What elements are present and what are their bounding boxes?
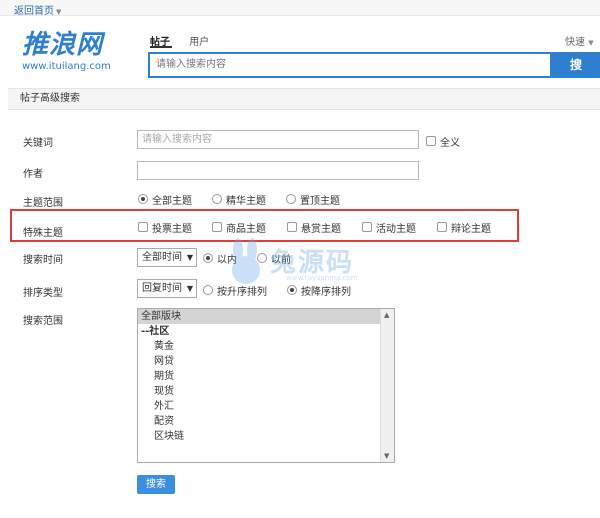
search-time-label: 搜索时间	[23, 255, 63, 266]
topic-scope-label: 主题范围	[23, 198, 63, 209]
special-topic-checkbox-activity[interactable]	[362, 222, 372, 232]
submit-search-button[interactable]: 搜索	[137, 475, 175, 494]
list-item[interactable]: 网贷	[138, 354, 394, 369]
search-time-select-value: 全部时间	[142, 252, 182, 263]
list-item[interactable]: 配资	[138, 414, 394, 429]
special-topic-checkbox-reward[interactable]	[287, 222, 297, 232]
chevron-down-icon: ▼	[186, 253, 193, 262]
list-item[interactable]: 黄金	[138, 339, 394, 354]
topic-scope-radio-digest[interactable]	[212, 194, 222, 204]
special-topic-checkbox-poll[interactable]	[138, 222, 148, 232]
special-topic-checkbox-debate[interactable]	[437, 222, 447, 232]
advanced-search-header: 帖子高级搜索	[8, 88, 600, 110]
home-link[interactable]: 返回首页 ▼	[14, 2, 61, 17]
sort-radio-asc[interactable]	[203, 285, 213, 295]
sort-type-select[interactable]: 回复时间 ▼	[137, 279, 197, 298]
watermark-url: www.tuyuanma.com	[286, 274, 358, 282]
rabbit-icon	[232, 238, 260, 284]
topic-scope-option-sticky: 置顶主题	[300, 196, 340, 207]
special-topic-option-reward: 悬赏主题	[301, 224, 341, 235]
search-range-label: 搜索范围	[23, 316, 63, 327]
scroll-down-icon[interactable]: ▼	[384, 452, 389, 460]
scroll-up-icon[interactable]: ▲	[384, 311, 389, 319]
keyword-input[interactable]: 请输入搜索内容	[137, 130, 419, 149]
special-topic-option-poll: 投票主题	[152, 224, 192, 235]
special-topic-label: 特殊主题	[23, 228, 63, 239]
chevron-down-icon: ▼	[588, 39, 594, 47]
author-label: 作者	[23, 169, 43, 180]
author-input[interactable]	[137, 161, 419, 180]
list-item[interactable]: 期货	[138, 369, 394, 384]
chevron-down-icon: ▼	[186, 284, 193, 293]
list-item[interactable]: --社区	[138, 324, 394, 339]
special-topic-option-debate: 辩论主题	[451, 224, 491, 235]
listbox-scrollbar[interactable]: ▲ ▼	[380, 309, 394, 462]
special-topic-option-trade: 商品主题	[226, 224, 266, 235]
topic-scope-option-all: 全部主题	[152, 196, 192, 207]
keyword-label: 关键词	[23, 138, 53, 149]
list-item[interactable]: 现货	[138, 384, 394, 399]
active-tab-indicator	[150, 46, 172, 48]
topic-scope-radio-all[interactable]	[138, 194, 148, 204]
quick-menu-label: 快速	[565, 37, 585, 48]
sort-type-select-value: 回复时间	[142, 283, 182, 294]
top-bar: 返回首页 ▼	[0, 0, 600, 17]
special-topic-checkbox-trade[interactable]	[212, 222, 222, 232]
topic-scope-option-digest: 精华主题	[226, 196, 266, 207]
watermark: 兔源码 www.tuyuanma.com	[224, 238, 384, 290]
sort-type-label: 排序类型	[23, 288, 63, 299]
home-link-label: 返回首页	[14, 6, 54, 17]
list-item[interactable]: 全部版块	[138, 309, 380, 324]
fuzzy-label: 全义	[440, 138, 460, 149]
chevron-down-icon: ▼	[56, 8, 62, 16]
quick-menu[interactable]: 快速 ▼	[565, 33, 594, 48]
main-search-button[interactable]: 搜	[552, 52, 600, 78]
main-search-input[interactable]: 请输入搜索内容	[148, 52, 552, 78]
list-item[interactable]: 区块链	[138, 429, 394, 444]
fuzzy-checkbox[interactable]	[426, 136, 436, 146]
logo-url: www.ituilang.com	[22, 61, 111, 72]
logo-text: 推浪网	[22, 30, 104, 60]
site-logo[interactable]: 推浪网 www.ituilang.com	[22, 30, 126, 72]
topic-scope-radio-sticky[interactable]	[286, 194, 296, 204]
tab-users[interactable]: 用户	[189, 37, 209, 48]
special-topic-option-activity: 活动主题	[376, 224, 416, 235]
search-time-radio-within[interactable]	[203, 253, 213, 263]
list-item[interactable]: 外汇	[138, 399, 394, 414]
search-range-listbox[interactable]: 全部版块 --社区 黄金 网贷 期货 现货 外汇 配资 区块链 ▲ ▼	[137, 308, 395, 463]
search-time-select[interactable]: 全部时间 ▼	[137, 248, 197, 267]
